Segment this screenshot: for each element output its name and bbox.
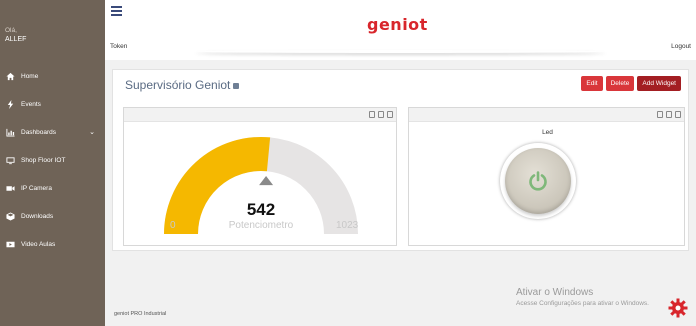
led-button-face[interactable] xyxy=(505,148,571,214)
geniot-logo: geniot xyxy=(367,15,428,34)
dashboard-title: Supervisório Geniot xyxy=(125,78,231,92)
gear-icon[interactable] xyxy=(668,298,688,318)
sidebar-item-label: IP Camera xyxy=(21,184,52,192)
sidebar-nav: Home Events Dashboards ⌄ Shop Floor IOT … xyxy=(0,62,105,258)
sidebar: Olá, ALLEF Home Events Dashboards ⌄ Shop… xyxy=(0,0,105,326)
add-widget-button[interactable]: Add Widget xyxy=(637,76,681,91)
sidebar-item-label: Shop Floor IOT xyxy=(21,156,66,164)
widget-toolbar xyxy=(124,108,396,122)
edit-icon[interactable] xyxy=(666,111,672,118)
play-icon xyxy=(6,241,15,247)
dashboard-panel: Supervisório Geniot Edit Delete Add Widg… xyxy=(112,69,689,251)
monitor-icon xyxy=(6,156,15,164)
watermark-subtitle: Acesse Configurações para ativar o Windo… xyxy=(516,300,649,307)
windows-activation-watermark: Ativar o Windows Acesse Configurações pa… xyxy=(516,287,649,307)
power-icon xyxy=(529,171,547,191)
sidebar-item-shop-floor-iot[interactable]: Shop Floor IOT xyxy=(0,146,105,174)
external-link-icon[interactable] xyxy=(233,83,239,89)
gauge-max: 1023 xyxy=(336,220,359,231)
home-icon xyxy=(6,72,15,80)
sidebar-item-dashboards[interactable]: Dashboards ⌄ xyxy=(0,118,105,146)
trash-icon[interactable] xyxy=(387,111,393,118)
camera-icon xyxy=(6,185,15,191)
sidebar-item-downloads[interactable]: Downloads xyxy=(0,202,105,230)
greeting: Olá, xyxy=(5,27,17,34)
gauge-value: 542 xyxy=(246,200,276,219)
gauge-widget: 542 Potenciometro 0 1023 xyxy=(123,107,397,246)
gauge-min: 0 xyxy=(170,220,176,231)
bolt-icon xyxy=(7,99,14,109)
watermark-title: Ativar o Windows xyxy=(516,287,594,298)
edit-button[interactable]: Edit xyxy=(581,76,603,91)
edit-icon[interactable] xyxy=(378,111,384,118)
widget-toolbar xyxy=(409,108,684,122)
top-header: geniot Token Logout xyxy=(105,0,696,60)
led-toggle-button[interactable] xyxy=(500,143,576,219)
led-label: Led xyxy=(542,129,553,136)
user-name: ALLEF xyxy=(5,36,27,43)
chart-icon xyxy=(6,128,15,137)
cube-icon xyxy=(6,211,15,221)
sidebar-item-home[interactable]: Home xyxy=(0,62,105,90)
sidebar-item-events[interactable]: Events xyxy=(0,90,105,118)
footer-text: geniot PRO Industrial xyxy=(114,311,167,317)
open-icon[interactable] xyxy=(369,111,375,118)
logout-link[interactable]: Logout xyxy=(671,43,691,50)
sidebar-item-label: Events xyxy=(21,100,41,108)
sidebar-item-ip-camera[interactable]: IP Camera xyxy=(0,174,105,202)
sidebar-item-label: Home xyxy=(21,72,39,80)
gauge-pointer xyxy=(259,176,274,186)
menu-toggle-icon[interactable] xyxy=(111,6,122,16)
trash-icon[interactable] xyxy=(675,111,681,118)
led-widget: Led xyxy=(408,107,685,246)
user-info: Olá, ALLEF xyxy=(5,26,26,44)
sidebar-item-label: Downloads xyxy=(21,212,54,220)
header-divider xyxy=(195,50,606,53)
dashboard-actions: Edit Delete Add Widget xyxy=(581,76,681,91)
chevron-down-icon: ⌄ xyxy=(89,129,95,136)
sidebar-item-label: Video Aulas xyxy=(21,240,56,248)
sidebar-item-label: Dashboards xyxy=(21,128,57,136)
delete-button[interactable]: Delete xyxy=(605,76,635,91)
sidebar-item-video-aulas[interactable]: Video Aulas xyxy=(0,230,105,258)
token-link[interactable]: Token xyxy=(110,43,127,50)
open-icon[interactable] xyxy=(657,111,663,118)
